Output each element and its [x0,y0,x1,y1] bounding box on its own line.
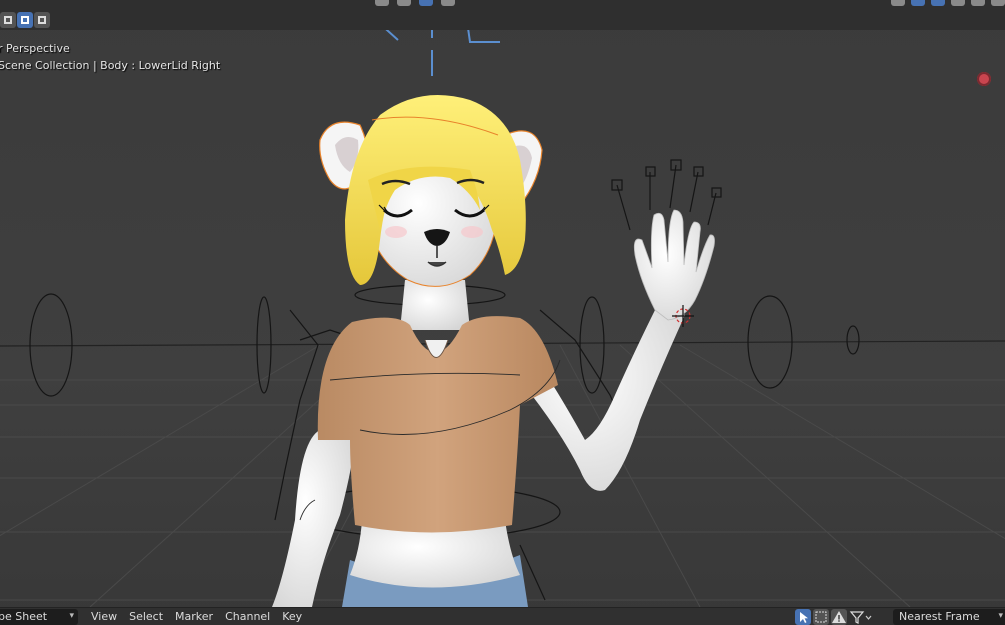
editor-type-dropdown[interactable]: pe Sheet ▾ [0,609,78,625]
left-blush [385,226,407,238]
face-select-icon[interactable] [34,12,50,28]
snap-mode-label: Nearest Frame [899,610,980,623]
gizmo-icon[interactable] [891,0,905,6]
select-cursor-icon[interactable] [795,609,811,625]
select-mode-group [0,12,51,30]
snap-mode-dropdown[interactable]: Nearest Frame ▾ [893,609,1005,625]
box-select-icon[interactable] [813,609,829,625]
edge-select-icon[interactable] [17,12,33,28]
record-icon[interactable] [977,72,991,86]
menu-view[interactable]: View [91,610,117,623]
solid-shading-icon[interactable] [971,0,985,6]
menu-channel[interactable]: Channel [225,610,270,623]
xray-icon[interactable] [931,0,945,6]
editor-type-label: pe Sheet [0,610,48,623]
proportional-icon[interactable] [441,0,455,6]
filter-icon[interactable] [849,609,873,625]
menu-key[interactable]: Key [282,610,302,623]
dopesheet-menu: View Select Marker Channel Key [91,610,314,623]
3d-viewport[interactable] [0,0,1005,625]
material-shading-icon[interactable] [991,0,1005,6]
transform-tools [375,0,455,6]
dopesheet-tools [795,609,875,625]
orientation-icon[interactable] [375,0,389,6]
chevron-down-icon: ▾ [69,611,74,621]
pivot-icon[interactable] [397,0,411,6]
viewport-view-name: r Perspective [0,42,70,55]
overlay-icon[interactable] [911,0,925,6]
chevron-down-icon: ▾ [998,611,1003,621]
menu-marker[interactable]: Marker [175,610,213,623]
shading-tools [891,0,1005,8]
right-blush [461,226,483,238]
vertex-select-icon[interactable] [0,12,16,28]
blender-window: r Perspective Scene Collection | Body : … [0,0,1005,625]
snap-icon[interactable] [419,0,433,6]
warning-icon[interactable] [831,609,847,625]
neck [400,280,470,330]
dopesheet-header: pe Sheet ▾ View Select Marker Channel Ke… [0,607,1005,625]
viewport-object-path: Scene Collection | Body : LowerLid Right [0,59,221,72]
menu-select[interactable]: Select [129,610,163,623]
viewport-header [0,0,1005,30]
wireframe-shading-icon[interactable] [951,0,965,6]
